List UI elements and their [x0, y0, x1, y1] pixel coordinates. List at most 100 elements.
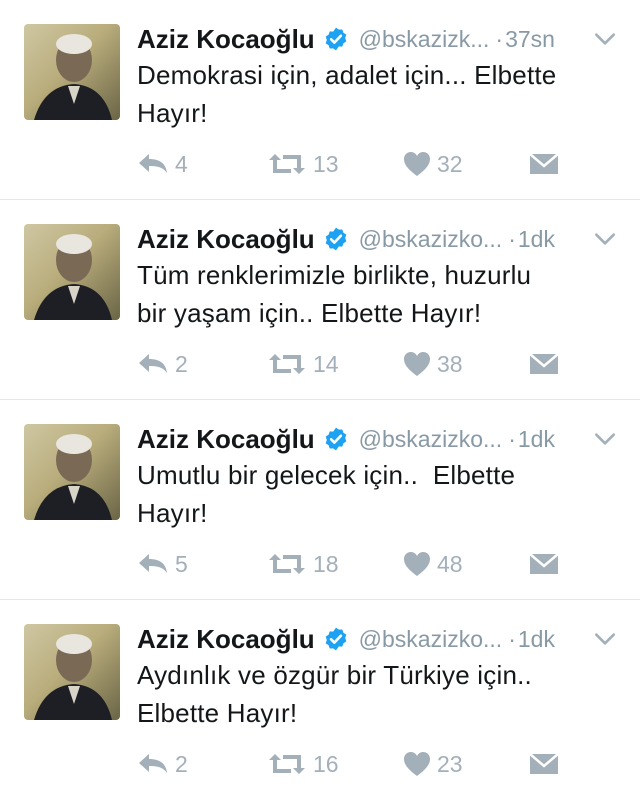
direct-message-icon	[529, 353, 559, 374]
tweet-text-line: bir yaşam için.. Elbette Hayır!	[137, 298, 482, 328]
retweet-button[interactable]: 18	[267, 551, 403, 578]
reply-icon	[139, 354, 167, 373]
avatar-photo	[34, 234, 112, 320]
timestamp[interactable]: 37sn	[505, 26, 555, 53]
timestamp[interactable]: 1dk	[518, 226, 555, 253]
reply-button[interactable]: 2	[137, 351, 267, 378]
reply-icon	[139, 754, 167, 773]
chevron-down-icon[interactable]	[592, 426, 618, 452]
retweet-button[interactable]: 16	[267, 751, 403, 778]
like-count: 38	[437, 350, 463, 377]
tweet-header: Aziz Kocaoğlu @bskazizko... · 1dk	[137, 420, 624, 458]
retweet-button[interactable]: 14	[267, 351, 403, 378]
like-button[interactable]: 48	[403, 551, 529, 578]
reply-button[interactable]: 4	[137, 151, 267, 178]
avatar-photo	[34, 34, 112, 120]
tweet-actions: 4 13 32	[137, 146, 580, 182]
retweet-count: 16	[313, 750, 339, 777]
tweet-text-line: Tüm renklerimizle birlikte, huzurlu	[137, 260, 532, 290]
retweet-icon	[269, 354, 305, 374]
direct-message-button[interactable]	[529, 752, 559, 776]
reply-button[interactable]: 2	[137, 751, 267, 778]
verified-badge-icon	[325, 227, 346, 251]
avatar[interactable]	[24, 24, 120, 120]
heart-icon	[404, 752, 430, 776]
separator-dot: ·	[508, 225, 516, 252]
retweet-icon	[269, 154, 305, 174]
like-count: 32	[437, 150, 463, 177]
like-count: 48	[437, 550, 463, 577]
like-button[interactable]: 38	[403, 351, 529, 378]
avatar[interactable]	[24, 424, 120, 520]
author-name[interactable]: Aziz Kocaoğlu	[137, 224, 315, 255]
author-handle[interactable]: @bskazizko...	[359, 626, 503, 653]
tweet-text: Tüm renklerimizle birlikte, huzurlu bir …	[137, 256, 616, 332]
reply-count: 2	[175, 750, 188, 777]
retweet-icon	[269, 554, 305, 574]
direct-message-icon	[529, 553, 559, 574]
retweet-count: 18	[313, 550, 339, 577]
like-button[interactable]: 23	[403, 751, 529, 778]
direct-message-icon	[529, 153, 559, 174]
author-handle[interactable]: @bskazizko...	[359, 426, 503, 453]
separator-dot: ·	[508, 625, 516, 652]
timestamp[interactable]: 1dk	[518, 626, 555, 653]
tweet[interactable]: Aziz Kocaoğlu @bskazizko... · 1dk Umutlu…	[0, 400, 640, 600]
reply-icon	[139, 554, 167, 573]
author-name[interactable]: Aziz Kocaoğlu	[137, 424, 315, 455]
author-handle[interactable]: @bskazizko...	[359, 226, 503, 253]
tweet-text-line: Hayır!	[137, 498, 208, 528]
tweet-actions: 2 14 38	[137, 346, 580, 382]
tweet-text-line: Elbette Hayır!	[137, 698, 298, 728]
heart-icon	[404, 552, 430, 576]
tweet-actions: 2 16 23	[137, 746, 580, 782]
tweet-text: Demokrasi için, adalet için... Elbette H…	[137, 56, 616, 132]
direct-message-button[interactable]	[529, 352, 559, 376]
verified-badge-icon	[325, 427, 346, 451]
tweet-text-line: Demokrasi için, adalet için... Elbette	[137, 60, 557, 90]
tweet[interactable]: Aziz Kocaoğlu @bskazizko... · 1dk Tüm re…	[0, 200, 640, 400]
chevron-down-icon[interactable]	[592, 626, 618, 652]
verified-badge-icon	[325, 627, 346, 651]
tweet-header: Aziz Kocaoğlu @bskazizk... · 37sn	[137, 20, 624, 58]
avatar[interactable]	[24, 224, 120, 320]
tweet-text-line: Hayır!	[137, 98, 208, 128]
reply-count: 2	[175, 350, 188, 377]
retweet-count: 14	[313, 350, 339, 377]
reply-count: 4	[175, 150, 188, 177]
tweet-text-line: Umutlu bir gelecek için.. Elbette	[137, 460, 516, 490]
reply-button[interactable]: 5	[137, 551, 267, 578]
reply-count: 5	[175, 550, 188, 577]
like-button[interactable]: 32	[403, 151, 529, 178]
timestamp[interactable]: 1dk	[518, 426, 555, 453]
timeline: Aziz Kocaoğlu @bskazizk... · 37sn Demokr…	[0, 0, 640, 797]
reply-icon	[139, 154, 167, 173]
tweet-header: Aziz Kocaoğlu @bskazizko... · 1dk	[137, 620, 624, 658]
retweet-icon	[269, 754, 305, 774]
direct-message-button[interactable]	[529, 152, 559, 176]
chevron-down-icon[interactable]	[592, 26, 618, 52]
retweet-button[interactable]: 13	[267, 151, 403, 178]
author-name[interactable]: Aziz Kocaoğlu	[137, 24, 315, 55]
avatar[interactable]	[24, 624, 120, 720]
avatar-photo	[34, 634, 112, 720]
separator-dot: ·	[495, 25, 504, 52]
avatar-photo	[34, 434, 112, 520]
author-handle[interactable]: @bskazizk...	[359, 26, 490, 53]
separator-dot: ·	[508, 425, 516, 452]
retweet-count: 13	[313, 150, 339, 177]
direct-message-button[interactable]	[529, 552, 559, 576]
heart-icon	[404, 352, 430, 376]
verified-badge-icon	[325, 27, 346, 51]
tweet[interactable]: Aziz Kocaoğlu @bskazizko... · 1dk Aydınl…	[0, 600, 640, 797]
tweet-text-line: Aydınlık ve özgür bir Türkiye için..	[137, 660, 532, 690]
chevron-down-icon[interactable]	[592, 226, 618, 252]
tweet-text: Umutlu bir gelecek için.. Elbette Hayır!	[137, 456, 616, 532]
like-count: 23	[437, 750, 463, 777]
tweet-actions: 5 18 48	[137, 546, 580, 582]
tweet[interactable]: Aziz Kocaoğlu @bskazizk... · 37sn Demokr…	[0, 0, 640, 200]
author-name[interactable]: Aziz Kocaoğlu	[137, 624, 315, 655]
direct-message-icon	[529, 753, 559, 774]
heart-icon	[404, 152, 430, 176]
tweet-header: Aziz Kocaoğlu @bskazizko... · 1dk	[137, 220, 624, 258]
